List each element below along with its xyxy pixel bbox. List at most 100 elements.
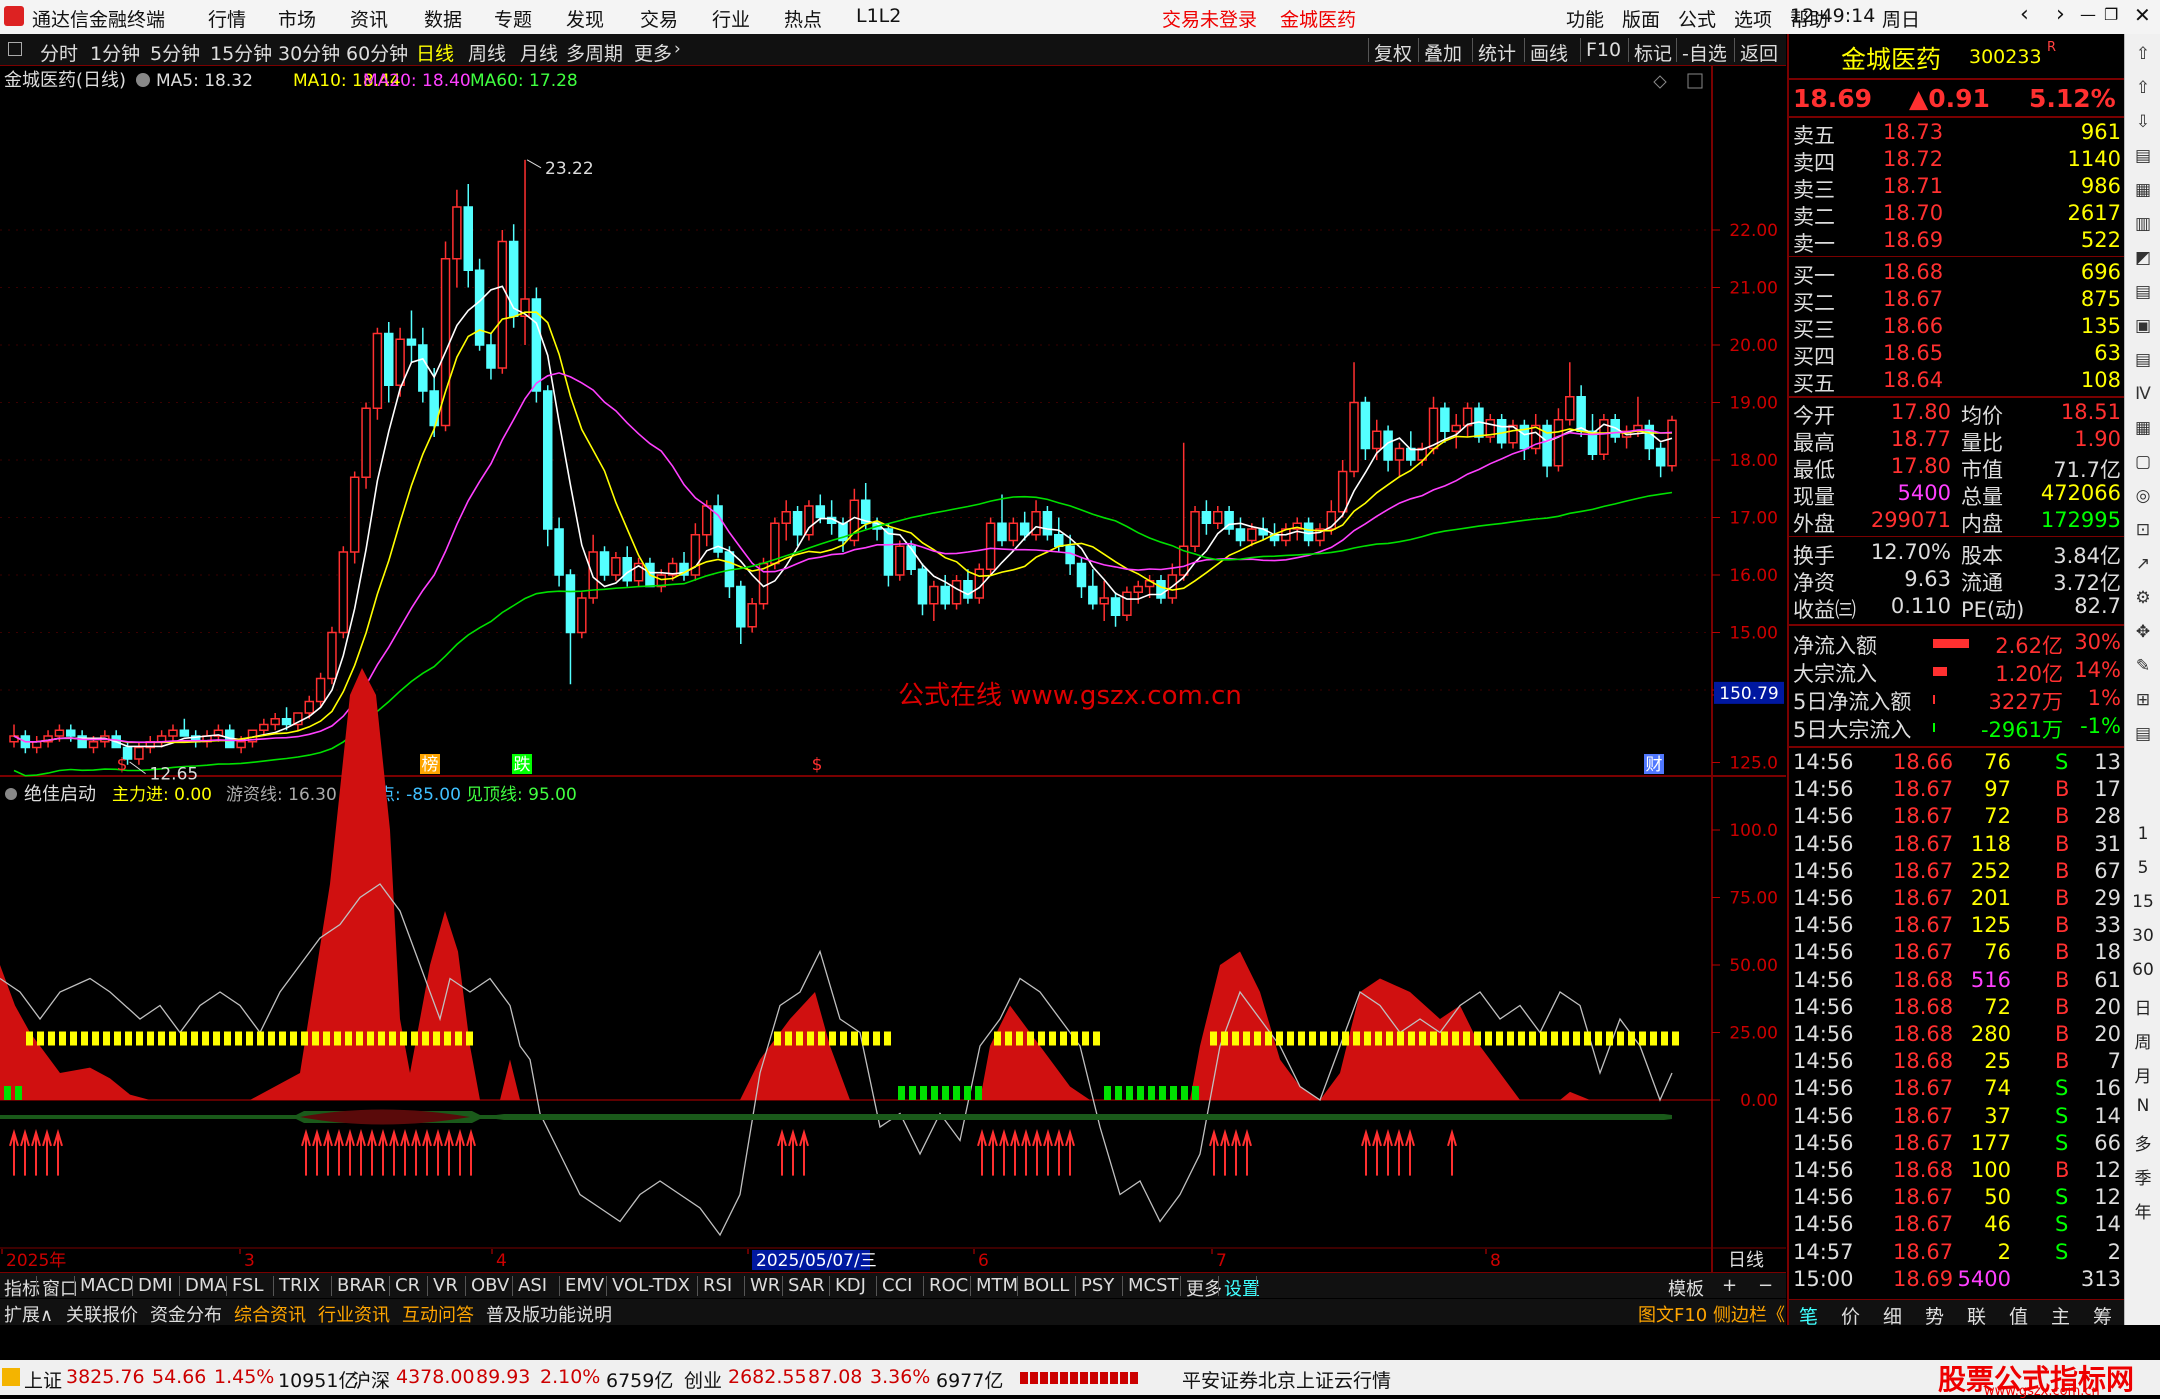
timeframe-1[interactable]: 1分钟 — [90, 39, 140, 66]
indicator-tab-4[interactable]: DMA — [185, 1275, 227, 1296]
chart-icon[interactable]: ◩ — [2131, 246, 2155, 270]
menu-0[interactable]: 行情 — [208, 5, 246, 32]
menu-9[interactable]: L1L2 — [856, 5, 901, 27]
bottom-tab-4[interactable]: 行业资讯 — [318, 1301, 390, 1327]
menu-7[interactable]: 行业 — [712, 5, 750, 32]
period-shortcut-0[interactable]: 1 — [2125, 824, 2160, 844]
period-shortcut-3[interactable]: 30 — [2125, 926, 2160, 946]
chart-area[interactable]: 22.00 21.00 20.00 19.00 18.00 17.00 16.00 15.00… — [0, 66, 1786, 1272]
template-button[interactable]: 模板 — [1668, 1275, 1704, 1301]
period-shortcut-6[interactable]: 周 — [2125, 1028, 2160, 1053]
indicator-tab-2[interactable]: MACD — [80, 1275, 134, 1296]
bottom-tab-0[interactable]: 扩展∧ — [4, 1301, 53, 1327]
indicator-tab-3[interactable]: DMI — [138, 1275, 173, 1296]
doc-icon[interactable]: ▤ — [2131, 348, 2155, 372]
indicator-tab-7[interactable]: BRAR — [337, 1275, 386, 1296]
indicator-tab-0[interactable]: 指标 — [4, 1275, 40, 1301]
period-shortcut-7[interactable]: 月 — [2125, 1062, 2160, 1087]
indicator-tab-6[interactable]: TRIX — [279, 1275, 320, 1296]
minimize-icon[interactable]: — — [2080, 5, 2096, 24]
timeframe-7[interactable]: 周线 — [468, 39, 506, 66]
period-shortcut-4[interactable]: 60 — [2125, 960, 2160, 980]
timeframe-3[interactable]: 15分钟 — [210, 39, 272, 66]
indicator-tab-11[interactable]: ASI — [518, 1275, 547, 1296]
timeframe-5[interactable]: 60分钟 — [346, 39, 408, 66]
indicator-tab-9[interactable]: VR — [433, 1275, 458, 1296]
bottom-tab-5[interactable]: 互动问答 — [402, 1301, 474, 1327]
timeframe-2[interactable]: 5分钟 — [150, 39, 200, 66]
tool-0[interactable]: 复权 — [1374, 39, 1412, 66]
box-icon[interactable]: ⊡ — [2131, 518, 2155, 542]
close-icon[interactable]: ✕ — [2134, 3, 2151, 27]
indicator-tab-18[interactable]: CCI — [882, 1275, 912, 1296]
trade-status[interactable]: 交易未登录 — [1162, 5, 1257, 32]
table-icon[interactable]: ▥ — [2131, 212, 2155, 236]
layout-icon[interactable] — [8, 42, 22, 56]
zoom-in-icon[interactable]: + — [1722, 1275, 1737, 1296]
menu-6[interactable]: 交易 — [640, 5, 678, 32]
indicator-tab-12[interactable]: EMV — [565, 1275, 604, 1296]
period-shortcut-10[interactable]: 季 — [2125, 1164, 2160, 1189]
indicator-tab-19[interactable]: ROC — [929, 1275, 968, 1296]
bottom-tab-1[interactable]: 关联报价 — [66, 1301, 138, 1327]
indicator-tab-1[interactable]: 窗口 — [42, 1275, 78, 1301]
bottom-tab-6[interactable]: 普及版功能说明 — [486, 1301, 612, 1327]
indicator-tab-22[interactable]: PSY — [1081, 1275, 1114, 1296]
period-shortcut-1[interactable]: 5 — [2125, 858, 2160, 878]
forward-icon[interactable]: › — [2056, 2, 2065, 27]
menu-1[interactable]: 市场 — [278, 5, 316, 32]
timeframe-0[interactable]: 分时 — [40, 39, 78, 66]
pencil-icon[interactable]: ✎ — [2131, 654, 2155, 678]
side-toggle[interactable]: 图文F10 侧边栏《 — [1638, 1301, 1785, 1327]
indicator-tab-25[interactable]: 设置 — [1224, 1275, 1260, 1301]
indicator-tab-24[interactable]: 更多 — [1186, 1275, 1222, 1301]
cy-name[interactable]: 创业 — [684, 1366, 722, 1393]
right-menu-4[interactable]: 帮助 — [1790, 5, 1828, 32]
timeframe-4[interactable]: 30分钟 — [278, 39, 340, 66]
tool-5[interactable]: 标记 — [1634, 39, 1672, 66]
period-shortcut-11[interactable]: 年 — [2125, 1198, 2160, 1223]
trend-icon[interactable]: ↗ — [2131, 552, 2155, 576]
matrix-icon[interactable]: ▦ — [2131, 416, 2155, 440]
report-icon[interactable]: ▤ — [2131, 280, 2155, 304]
tool-6[interactable]: -自选 — [1682, 39, 1727, 66]
right-menu-2[interactable]: 公式 — [1678, 5, 1716, 32]
circle-icon[interactable]: ◎ — [2131, 484, 2155, 508]
menu-5[interactable]: 发现 — [566, 5, 604, 32]
tool-7[interactable]: 返回 — [1740, 39, 1778, 66]
menu-4[interactable]: 专题 — [494, 5, 532, 32]
period-shortcut-8[interactable]: N — [2125, 1096, 2160, 1116]
sz-name[interactable]: 沪深 — [352, 1366, 390, 1393]
indicator-tab-17[interactable]: KDJ — [835, 1275, 866, 1296]
indicator-tab-10[interactable]: OBV — [471, 1275, 509, 1296]
right-menu-0[interactable]: 功能 — [1566, 5, 1604, 32]
move-icon[interactable]: ✥ — [2131, 620, 2155, 644]
right-menu-3[interactable]: 选项 — [1734, 5, 1772, 32]
back-icon[interactable]: ‹ — [2020, 2, 2029, 27]
menu-8[interactable]: 热点 — [784, 5, 822, 32]
bottom-tab-3[interactable]: 综合资讯 — [234, 1301, 306, 1327]
restore-icon[interactable]: ❐ — [2104, 5, 2118, 24]
page-up-icon[interactable]: ⇧ — [2131, 76, 2155, 100]
indicator-tab-20[interactable]: MTM — [976, 1275, 1018, 1296]
period-shortcut-2[interactable]: 15 — [2125, 892, 2160, 912]
indicator-tab-14[interactable]: RSI — [703, 1275, 732, 1296]
sh-name[interactable]: 上证 — [24, 1366, 62, 1393]
indicator-tab-13[interactable]: VOL-TDX — [612, 1275, 690, 1296]
timeframe-10[interactable]: 更多 — [634, 39, 672, 66]
menu-2[interactable]: 资讯 — [350, 5, 388, 32]
bottom-tab-2[interactable]: 资金分布 — [150, 1301, 222, 1327]
layers-icon[interactable]: ▤ — [2131, 722, 2155, 746]
period-shortcut-5[interactable]: 日 — [2125, 994, 2160, 1019]
tool-2[interactable]: 统计 — [1478, 39, 1516, 66]
period-shortcut-9[interactable]: 多 — [2125, 1130, 2160, 1155]
down-icon[interactable]: ⇩ — [2131, 110, 2155, 134]
indicator-tab-8[interactable]: CR — [395, 1275, 420, 1296]
fs-icon[interactable]: ⊞ — [2131, 688, 2155, 712]
tool-1[interactable]: 叠加 — [1424, 39, 1462, 66]
up-icon[interactable]: ⇧ — [2131, 42, 2155, 66]
menu-3[interactable]: 数据 — [424, 5, 462, 32]
timeframe-8[interactable]: 月线 — [520, 39, 558, 66]
window-icon[interactable]: ▢ — [2131, 450, 2155, 474]
indicator-tab-15[interactable]: WR — [750, 1275, 780, 1296]
